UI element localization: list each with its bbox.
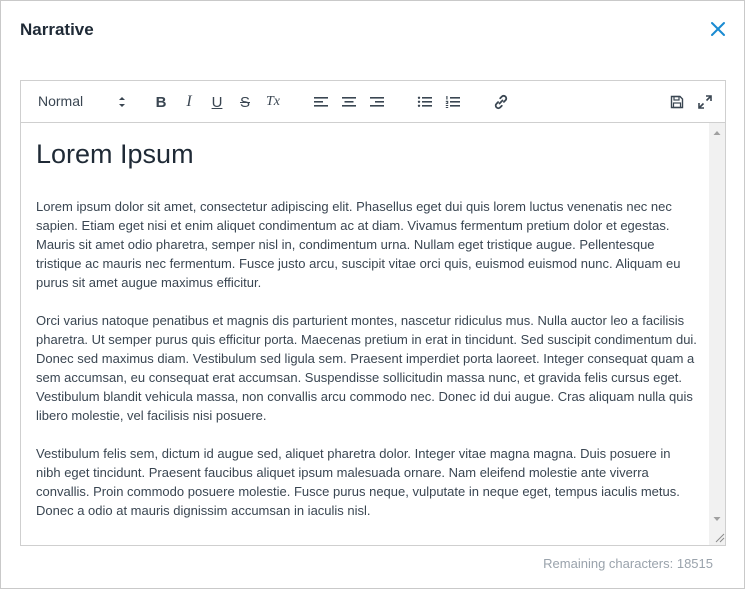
strikethrough-icon: S bbox=[239, 93, 250, 111]
align-left-icon bbox=[314, 97, 328, 107]
link-icon bbox=[494, 94, 508, 110]
bold-icon: B bbox=[155, 93, 167, 111]
italic-icon: I bbox=[186, 93, 192, 110]
expand-button[interactable] bbox=[695, 92, 715, 112]
underline-button[interactable]: U bbox=[207, 92, 227, 112]
clear-format-icon: Tx bbox=[266, 94, 280, 109]
scroll-down-icon[interactable] bbox=[709, 512, 725, 526]
content-paragraph: Orci varius natoque penatibus et magnis … bbox=[36, 313, 697, 423]
scroll-up-icon[interactable] bbox=[709, 126, 725, 140]
align-center-button[interactable] bbox=[339, 92, 359, 112]
align-right-icon bbox=[370, 97, 384, 107]
italic-button[interactable]: I bbox=[179, 92, 199, 112]
bullet-list-icon bbox=[417, 96, 432, 107]
bullet-list-button[interactable] bbox=[415, 92, 435, 112]
format-select-value: Normal bbox=[38, 93, 84, 109]
link-button[interactable] bbox=[491, 92, 511, 112]
rich-text-editor: Normal B I U S Tx Lorem Ipsum Lorem ipsu… bbox=[20, 80, 726, 546]
remaining-characters: Remaining characters: 18515 bbox=[543, 556, 713, 571]
numbered-list-button[interactable] bbox=[443, 92, 463, 112]
close-icon[interactable] bbox=[709, 20, 727, 38]
numbered-list-icon bbox=[445, 96, 460, 108]
select-arrows-icon bbox=[119, 97, 125, 107]
editor-content[interactable]: Lorem Ipsum Lorem ipsum dolor sit amet, … bbox=[21, 123, 709, 545]
underline-icon: U bbox=[211, 93, 223, 111]
editor-scrollbar[interactable] bbox=[709, 123, 725, 545]
format-select[interactable]: Normal bbox=[35, 91, 127, 113]
clear-format-button[interactable]: Tx bbox=[263, 92, 283, 112]
editor-toolbar: Normal B I U S Tx bbox=[21, 81, 725, 123]
save-icon bbox=[670, 95, 684, 109]
resize-handle-icon[interactable] bbox=[713, 531, 725, 543]
expand-icon bbox=[698, 95, 712, 109]
narrative-dialog: Narrative Normal B I U S Tx Lorem Ipsum … bbox=[0, 0, 745, 589]
align-left-button[interactable] bbox=[311, 92, 331, 112]
save-button[interactable] bbox=[667, 92, 687, 112]
content-heading: Lorem Ipsum bbox=[36, 139, 194, 169]
dialog-title: Narrative bbox=[20, 20, 94, 39]
align-right-button[interactable] bbox=[367, 92, 387, 112]
content-paragraph: Lorem ipsum dolor sit amet, consectetur … bbox=[36, 199, 681, 290]
align-center-icon bbox=[342, 97, 356, 107]
content-paragraph: Vestibulum felis sem, dictum id augue se… bbox=[36, 446, 680, 518]
bold-button[interactable]: B bbox=[151, 92, 171, 112]
strikethrough-button[interactable]: S bbox=[235, 92, 255, 112]
